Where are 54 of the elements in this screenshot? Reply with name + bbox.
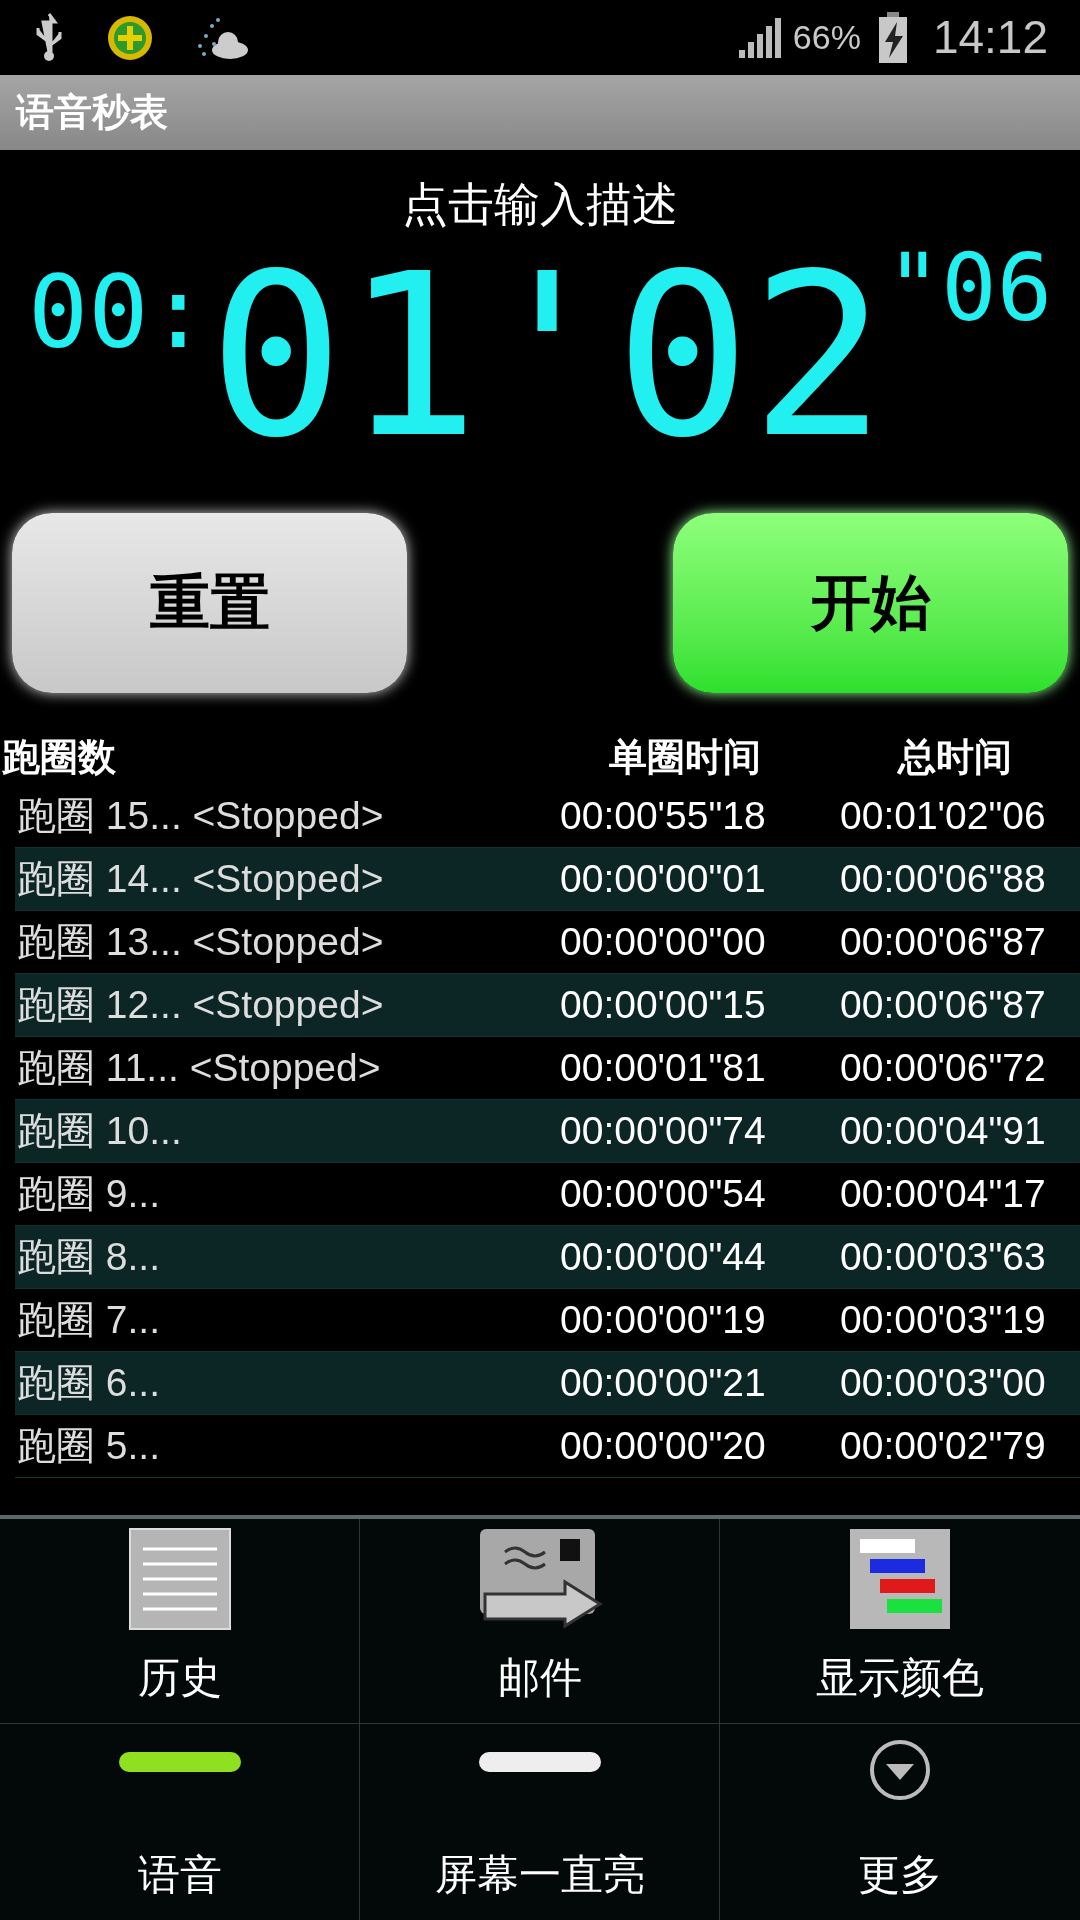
total-time: 00:00'06"88 <box>840 855 1047 902</box>
column-header: 跑圈数 <box>1 735 117 780</box>
description-prompt[interactable]: 点击输入描述 <box>402 170 678 239</box>
split-time: 00:00'00"00 <box>560 918 767 965</box>
total-time: 00:00'06"87 <box>840 981 1047 1028</box>
column-header: 单圈时间 <box>609 735 761 780</box>
lap-label: 跑圈 9... <box>16 1170 162 1217</box>
split-time: 00:00'00"20 <box>560 1422 767 1469</box>
main-time-display: 01'02 <box>208 241 886 471</box>
menu-toggle[interactable]: 屏幕一直亮 <box>360 1724 720 1920</box>
hours-display: 00: <box>27 263 209 363</box>
lap-label: 跑圈 15... <Stopped> <box>16 792 385 839</box>
app-title: 语音秒表 <box>16 90 168 135</box>
total-time: 00:00'04"17 <box>840 1170 1047 1217</box>
clock-time: 14:12 <box>932 10 1048 65</box>
lap-label: 跑圈 12... <Stopped> <box>16 981 385 1028</box>
menu-item[interactable]: 邮件 <box>360 1519 720 1723</box>
menu-item[interactable]: 历史 <box>0 1519 360 1723</box>
start-button[interactable]: 开始 <box>673 513 1068 693</box>
more-button[interactable]: 更多 <box>720 1724 1080 1920</box>
split-time: 00:00'55"18 <box>560 792 767 839</box>
split-time: 00:00'00"15 <box>560 981 767 1028</box>
lap-label: 跑圈 6... <box>16 1359 162 1406</box>
lap-label: 跑圈 10... <box>16 1107 183 1154</box>
total-time: 00:01'02"06 <box>840 792 1047 839</box>
split-time: 00:00'00"74 <box>560 1107 767 1154</box>
lap-label: 跑圈 5... <box>16 1422 162 1469</box>
total-time: 00:00'03"19 <box>840 1296 1047 1343</box>
split-time: 00:00'00"19 <box>560 1296 767 1343</box>
hundredths-display: "06 <box>885 243 1053 335</box>
total-time: 00:00'06"72 <box>840 1044 1047 1091</box>
battery-charging-icon <box>876 11 909 64</box>
total-time: 00:00'04"91 <box>840 1107 1047 1154</box>
lap-label: 跑圈 13... <Stopped> <box>16 918 385 965</box>
lap-label: 跑圈 7... <box>16 1296 162 1343</box>
dropdown-circle-icon <box>868 1738 932 1802</box>
signal-percent: 66% <box>792 17 861 58</box>
split-time: 00:00'00"21 <box>560 1359 767 1406</box>
split-time: 00:00'00"01 <box>560 855 767 902</box>
lap-label: 跑圈 11... <Stopped> <box>16 1044 382 1091</box>
total-time: 00:00'03"63 <box>840 1233 1047 1280</box>
lap-label: 跑圈 14... <Stopped> <box>16 855 385 902</box>
split-time: 00:00'01"81 <box>560 1044 767 1091</box>
total-time: 00:00'02"79 <box>840 1422 1047 1469</box>
total-time: 00:00'06"87 <box>840 918 1047 965</box>
lap-label: 跑圈 8... <box>16 1233 162 1280</box>
menu-toggle[interactable]: 语音 <box>0 1724 360 1920</box>
reset-button[interactable]: 重置 <box>12 513 407 693</box>
split-time: 00:00'00"44 <box>560 1233 767 1280</box>
menu-item[interactable]: 显示颜色 <box>720 1519 1080 1723</box>
split-time: 00:00'00"54 <box>560 1170 767 1217</box>
total-time: 00:00'03"00 <box>840 1359 1047 1406</box>
plus-badge-icon <box>106 13 154 62</box>
column-header: 总时间 <box>898 735 1012 780</box>
